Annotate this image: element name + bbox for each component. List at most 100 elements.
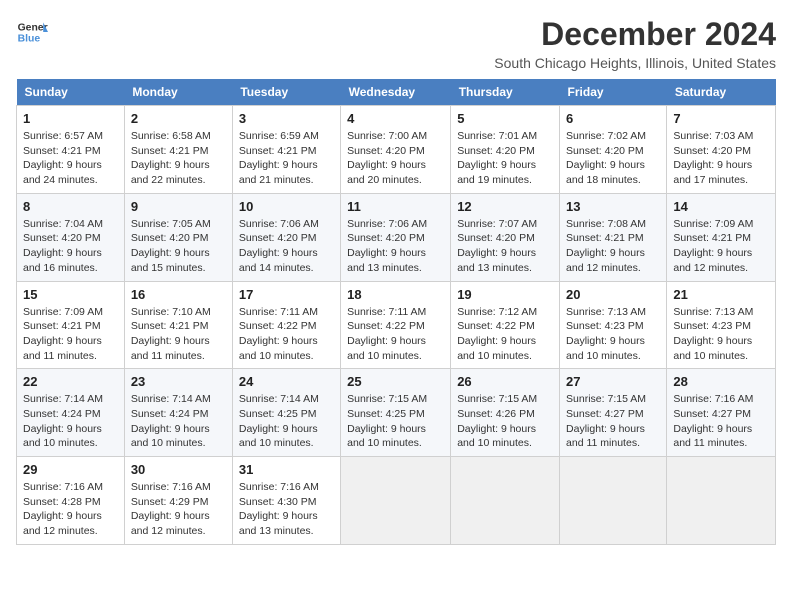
day-number: 28	[673, 374, 769, 389]
day-info: Sunrise: 7:05 AM Sunset: 4:20 PM Dayligh…	[131, 217, 226, 276]
day-number: 4	[347, 111, 444, 126]
calendar-cell: 17 Sunrise: 7:11 AM Sunset: 4:22 PM Dayli…	[232, 281, 340, 369]
calendar-cell: 12 Sunrise: 7:07 AM Sunset: 4:20 PM Dayli…	[451, 193, 560, 281]
day-info: Sunrise: 6:57 AM Sunset: 4:21 PM Dayligh…	[23, 129, 118, 188]
header-day: Friday	[560, 79, 667, 106]
day-info: Sunrise: 7:15 AM Sunset: 4:25 PM Dayligh…	[347, 392, 444, 451]
calendar-cell: 5 Sunrise: 7:01 AM Sunset: 4:20 PM Daylig…	[451, 106, 560, 194]
header: General Blue December 2024 South Chicago…	[16, 16, 776, 71]
month-title: December 2024	[494, 16, 776, 53]
day-number: 26	[457, 374, 553, 389]
day-number: 18	[347, 287, 444, 302]
day-number: 15	[23, 287, 118, 302]
day-info: Sunrise: 7:15 AM Sunset: 4:26 PM Dayligh…	[457, 392, 553, 451]
calendar-cell: 6 Sunrise: 7:02 AM Sunset: 4:20 PM Daylig…	[560, 106, 667, 194]
calendar-cell: 7 Sunrise: 7:03 AM Sunset: 4:20 PM Daylig…	[667, 106, 776, 194]
calendar-table: SundayMondayTuesdayWednesdayThursdayFrid…	[16, 79, 776, 545]
day-number: 21	[673, 287, 769, 302]
header-day: Thursday	[451, 79, 560, 106]
calendar-cell: 11 Sunrise: 7:06 AM Sunset: 4:20 PM Dayli…	[341, 193, 451, 281]
calendar-week-row: 1 Sunrise: 6:57 AM Sunset: 4:21 PM Daylig…	[17, 106, 776, 194]
calendar-cell	[451, 457, 560, 545]
day-info: Sunrise: 7:11 AM Sunset: 4:22 PM Dayligh…	[347, 305, 444, 364]
calendar-cell: 21Sunrise: 7:13 AM Sunset: 4:23 PM Dayli…	[667, 281, 776, 369]
day-info: Sunrise: 7:12 AM Sunset: 4:22 PM Dayligh…	[457, 305, 553, 364]
calendar-cell: 8Sunrise: 7:04 AM Sunset: 4:20 PM Daylig…	[17, 193, 125, 281]
day-info: Sunrise: 7:01 AM Sunset: 4:20 PM Dayligh…	[457, 129, 553, 188]
day-number: 22	[23, 374, 118, 389]
calendar-cell: 16 Sunrise: 7:10 AM Sunset: 4:21 PM Dayli…	[124, 281, 232, 369]
day-number: 7	[673, 111, 769, 126]
day-number: 17	[239, 287, 334, 302]
day-info: Sunrise: 7:02 AM Sunset: 4:20 PM Dayligh…	[566, 129, 660, 188]
calendar-cell	[667, 457, 776, 545]
day-info: Sunrise: 7:07 AM Sunset: 4:20 PM Dayligh…	[457, 217, 553, 276]
day-number: 25	[347, 374, 444, 389]
header-row: SundayMondayTuesdayWednesdayThursdayFrid…	[17, 79, 776, 106]
calendar-cell	[560, 457, 667, 545]
calendar-cell: 29 Sunrise: 7:16 AM Sunset: 4:28 PM Dayli…	[17, 457, 125, 545]
day-info: Sunrise: 7:00 AM Sunset: 4:20 PM Dayligh…	[347, 129, 444, 188]
calendar-cell: 3Sunrise: 6:59 AM Sunset: 4:21 PM Daylig…	[232, 106, 340, 194]
day-info: Sunrise: 7:16 AM Sunset: 4:29 PM Dayligh…	[131, 480, 226, 539]
day-info: Sunrise: 7:14 AM Sunset: 4:25 PM Dayligh…	[239, 392, 334, 451]
day-info: Sunrise: 7:10 AM Sunset: 4:21 PM Dayligh…	[131, 305, 226, 364]
location-title: South Chicago Heights, Illinois, United …	[494, 55, 776, 71]
day-number: 2	[131, 111, 226, 126]
day-info: Sunrise: 7:06 AM Sunset: 4:20 PM Dayligh…	[239, 217, 334, 276]
calendar-week-row: 8Sunrise: 7:04 AM Sunset: 4:20 PM Daylig…	[17, 193, 776, 281]
day-info: Sunrise: 7:09 AM Sunset: 4:21 PM Dayligh…	[673, 217, 769, 276]
day-number: 9	[131, 199, 226, 214]
calendar-cell: 14Sunrise: 7:09 AM Sunset: 4:21 PM Dayli…	[667, 193, 776, 281]
day-info: Sunrise: 7:14 AM Sunset: 4:24 PM Dayligh…	[23, 392, 118, 451]
day-info: Sunrise: 7:11 AM Sunset: 4:22 PM Dayligh…	[239, 305, 334, 364]
header-day: Tuesday	[232, 79, 340, 106]
calendar-cell: 19Sunrise: 7:12 AM Sunset: 4:22 PM Dayli…	[451, 281, 560, 369]
day-number: 20	[566, 287, 660, 302]
calendar-cell	[341, 457, 451, 545]
day-number: 8	[23, 199, 118, 214]
day-number: 6	[566, 111, 660, 126]
calendar-cell: 9 Sunrise: 7:05 AM Sunset: 4:20 PM Daylig…	[124, 193, 232, 281]
day-number: 31	[239, 462, 334, 477]
header-day: Saturday	[667, 79, 776, 106]
day-number: 1	[23, 111, 118, 126]
day-number: 27	[566, 374, 660, 389]
calendar-week-row: 22 Sunrise: 7:14 AM Sunset: 4:24 PM Dayli…	[17, 369, 776, 457]
day-info: Sunrise: 7:09 AM Sunset: 4:21 PM Dayligh…	[23, 305, 118, 364]
day-number: 13	[566, 199, 660, 214]
day-info: Sunrise: 7:03 AM Sunset: 4:20 PM Dayligh…	[673, 129, 769, 188]
day-number: 10	[239, 199, 334, 214]
day-number: 16	[131, 287, 226, 302]
day-number: 11	[347, 199, 444, 214]
calendar-cell: 1 Sunrise: 6:57 AM Sunset: 4:21 PM Daylig…	[17, 106, 125, 194]
calendar-cell: 23Sunrise: 7:14 AM Sunset: 4:24 PM Dayli…	[124, 369, 232, 457]
day-number: 24	[239, 374, 334, 389]
day-number: 5	[457, 111, 553, 126]
day-number: 29	[23, 462, 118, 477]
day-number: 3	[239, 111, 334, 126]
day-info: Sunrise: 7:13 AM Sunset: 4:23 PM Dayligh…	[566, 305, 660, 364]
day-info: Sunrise: 7:15 AM Sunset: 4:27 PM Dayligh…	[566, 392, 660, 451]
title-area: December 2024 South Chicago Heights, Ill…	[494, 16, 776, 71]
calendar-week-row: 29 Sunrise: 7:16 AM Sunset: 4:28 PM Dayli…	[17, 457, 776, 545]
logo: General Blue	[16, 16, 48, 48]
day-info: Sunrise: 7:06 AM Sunset: 4:20 PM Dayligh…	[347, 217, 444, 276]
day-number: 12	[457, 199, 553, 214]
day-info: Sunrise: 6:58 AM Sunset: 4:21 PM Dayligh…	[131, 129, 226, 188]
logo-icon: General Blue	[16, 16, 48, 48]
calendar-cell: 15 Sunrise: 7:09 AM Sunset: 4:21 PM Dayli…	[17, 281, 125, 369]
calendar-cell: 22 Sunrise: 7:14 AM Sunset: 4:24 PM Dayli…	[17, 369, 125, 457]
day-number: 30	[131, 462, 226, 477]
calendar-cell: 24 Sunrise: 7:14 AM Sunset: 4:25 PM Dayli…	[232, 369, 340, 457]
calendar-cell: 4 Sunrise: 7:00 AM Sunset: 4:20 PM Daylig…	[341, 106, 451, 194]
calendar-cell: 20 Sunrise: 7:13 AM Sunset: 4:23 PM Dayli…	[560, 281, 667, 369]
calendar-cell: 27 Sunrise: 7:15 AM Sunset: 4:27 PM Dayli…	[560, 369, 667, 457]
header-day: Wednesday	[341, 79, 451, 106]
day-info: Sunrise: 7:16 AM Sunset: 4:28 PM Dayligh…	[23, 480, 118, 539]
day-info: Sunrise: 7:16 AM Sunset: 4:27 PM Dayligh…	[673, 392, 769, 451]
calendar-cell: 13Sunrise: 7:08 AM Sunset: 4:21 PM Dayli…	[560, 193, 667, 281]
day-number: 23	[131, 374, 226, 389]
calendar-cell: 10 Sunrise: 7:06 AM Sunset: 4:20 PM Dayli…	[232, 193, 340, 281]
calendar-cell: 28 Sunrise: 7:16 AM Sunset: 4:27 PM Dayli…	[667, 369, 776, 457]
